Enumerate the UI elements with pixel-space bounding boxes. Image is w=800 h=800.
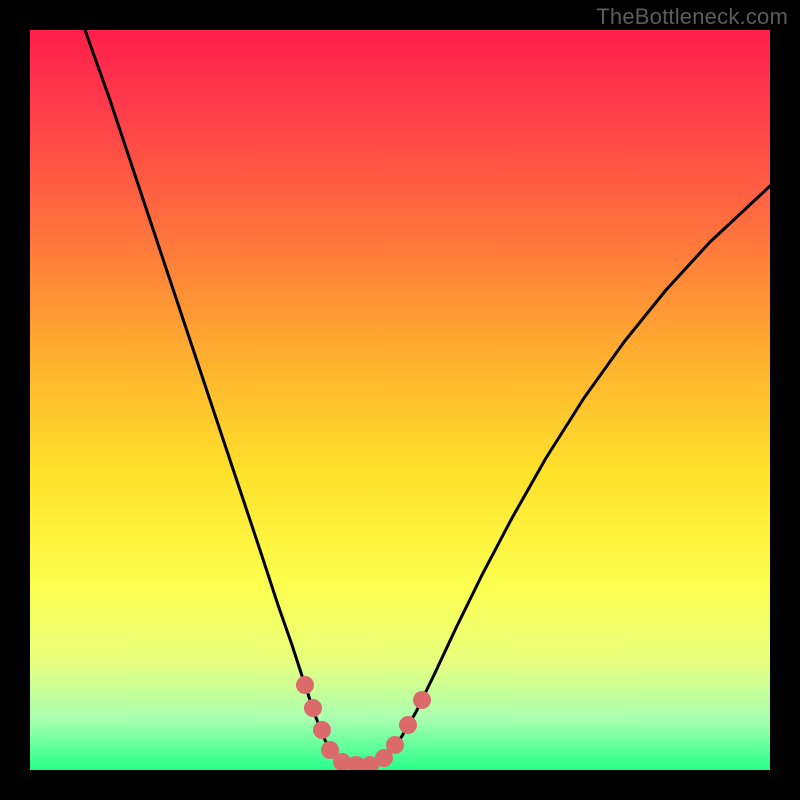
curve-marker xyxy=(304,699,322,717)
watermark-text: TheBottleneck.com xyxy=(596,4,788,30)
plot-area xyxy=(30,30,770,770)
chart-frame: TheBottleneck.com xyxy=(0,0,800,800)
curve-marker xyxy=(413,691,431,709)
curve-marker xyxy=(313,721,331,739)
curve-marker xyxy=(386,736,404,754)
bottleneck-curve-chart xyxy=(30,30,770,770)
curve-marker xyxy=(399,716,417,734)
gradient-background xyxy=(30,30,770,770)
curve-marker xyxy=(296,676,314,694)
